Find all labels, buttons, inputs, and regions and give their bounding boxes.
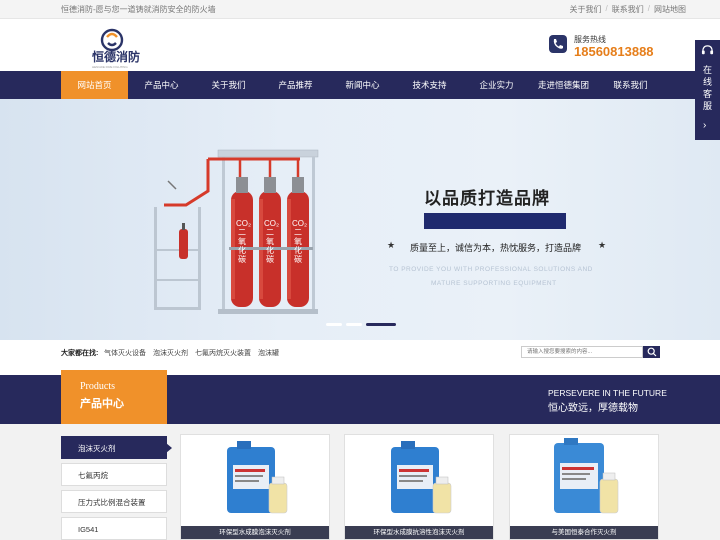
nav-item[interactable]: 网站首页 (61, 71, 128, 99)
top-link-about[interactable]: 关于我们 (570, 4, 602, 15)
site-header: 恒德消防 HENGDE FIRE FIGHTING 服务热线 185608138… (0, 19, 720, 71)
slider-dots (326, 323, 396, 326)
section-title-en: Products (80, 381, 115, 392)
product-caption: 环保型水成膜抗溶性泡沫灭火剂 (345, 526, 493, 539)
category-list: 泡沫灭火剂七氟丙烷压力式比例混合装置 IG541 (61, 436, 172, 540)
nav-item[interactable]: 产品推荐 (262, 71, 329, 99)
hot-search-link[interactable]: 七氟丙烷灭火装置 (195, 348, 251, 358)
product-caption: 环保型水成膜泡沫灭火剂 (181, 526, 329, 539)
search-button[interactable] (643, 346, 660, 358)
phone-icon (549, 35, 567, 53)
nav-item[interactable]: 联系我们 (597, 71, 664, 99)
hot-search-label: 大家都在找: (61, 350, 99, 357)
category-item[interactable]: 七氟丙烷 (61, 463, 167, 486)
banner-en-line-2: MATURE SUPPORTING EQUIPMENT (431, 280, 557, 287)
online-service-char: 服 (702, 101, 712, 111)
hot-search-link[interactable]: 泡沫罐 (258, 348, 279, 358)
slider-dot[interactable] (346, 323, 362, 326)
cylinder-label: CO₂二氧化碳 (236, 219, 252, 264)
slider-dot[interactable] (366, 323, 396, 326)
hot-search-link[interactable]: 气体灭火设备 (104, 348, 146, 358)
top-link-sitemap[interactable]: 网站地图 (654, 4, 686, 15)
slider-dot[interactable] (326, 323, 342, 326)
product-card[interactable]: 环保型水成膜泡沫灭火剂 (180, 434, 330, 540)
category-item[interactable]: 压力式比例混合装置 (61, 490, 167, 513)
logo-text: 恒德消防 (92, 50, 141, 64)
nav-item[interactable]: 企业实力 (463, 71, 530, 99)
top-link-separator: / (605, 4, 608, 13)
search-bar: 大家都在找: 气体灭火设备 泡沫灭火剂 七氟丙烷灭火装置 泡沫罐 (0, 340, 720, 364)
fire-suppression-system-image (154, 149, 319, 314)
product-card[interactable]: 与美国恒泰合作灭火剂 (509, 434, 659, 540)
products-section-tab: Products 产品中心 (61, 370, 167, 424)
chevron-right-icon: › (703, 120, 707, 131)
star-icon: ★ (387, 240, 396, 250)
hotline-number: 18560813888 (574, 44, 654, 59)
product-image (227, 441, 288, 514)
top-links: 关于我们 / 联系我们 / 网站地图 (570, 4, 686, 15)
top-slogan: 恒德消防-愿与您一道铸就消防安全的防火墙 (61, 5, 216, 14)
hot-search-items: 气体灭火设备 泡沫灭火剂 七氟丙烷灭火装置 泡沫罐 (104, 348, 279, 358)
site-logo[interactable]: 恒德消防 HENGDE FIRE FIGHTING (92, 26, 162, 69)
main-nav-items: 网站首页 产品中心 关于我们 产品推荐 新闻中心 技术支持 企业实力 走进恒德集团 联系我们 (61, 71, 664, 99)
headset-icon (701, 45, 714, 55)
online-service-char: 线 (702, 77, 712, 87)
product-caption: 与美国恒泰合作灭火剂 (510, 526, 658, 539)
nav-item[interactable]: 技术支持 (396, 71, 463, 99)
nav-item[interactable]: 关于我们 (195, 71, 262, 99)
banner-bar (424, 213, 566, 229)
motto-en: PERSEVERE IN THE FUTURE (548, 388, 667, 398)
nav-item[interactable]: 新闻中心 (329, 71, 396, 99)
online-service-label: 在线客服 (701, 64, 714, 112)
category-item[interactable]: 泡沫灭火剂 (61, 436, 172, 459)
category-item[interactable]: IG541 (61, 517, 167, 540)
online-service-float[interactable]: 在线客服 › (695, 40, 720, 140)
banner-en-line-1: TO PROVIDE YOU WITH PROFESSIONAL SOLUTIO… (389, 266, 593, 273)
product-image (554, 438, 619, 514)
cylinder-label: CO₂二氧化碳 (264, 219, 280, 264)
logo-subtext: HENGDE FIRE FIGHTING (92, 65, 128, 69)
hot-search-link[interactable]: 泡沫灭火剂 (153, 348, 188, 358)
motto-cn: 恒心致远，厚德载物 (548, 403, 638, 414)
top-bar: 恒德消防-愿与您一道铸就消防安全的防火墙 关于我们 / 联系我们 / 网站地图 (0, 0, 720, 19)
top-link-contact[interactable]: 联系我们 (612, 4, 644, 15)
banner-subtitle: 质量至上，诚信为本，热忱服务，打造品牌 (410, 243, 582, 253)
nav-item[interactable]: 产品中心 (128, 71, 195, 99)
page: 恒德消防-愿与您一道铸就消防安全的防火墙 关于我们 / 联系我们 / 网站地图 … (0, 0, 720, 540)
section-title-cn: 产品中心 (80, 398, 124, 410)
search-input[interactable] (521, 346, 643, 358)
nav-item[interactable]: 走进恒德集团 (530, 71, 597, 99)
online-service-char: 客 (702, 89, 712, 99)
banner-title: 以品质打造品牌 (424, 189, 550, 208)
product-image (391, 441, 452, 514)
top-link-separator: / (647, 4, 650, 13)
star-icon: ★ (598, 240, 607, 250)
hero-banner: CO₂二氧化碳 CO₂二氧化碳 CO₂二氧化碳 以品质打造品牌 ★ 质量至上，诚… (0, 99, 720, 340)
product-card[interactable]: 环保型水成膜抗溶性泡沫灭火剂 (344, 434, 494, 540)
online-service-char: 在 (702, 65, 712, 75)
main-nav: 网站首页 产品中心 关于我们 产品推荐 新闻中心 技术支持 企业实力 走进恒德集团 联系我们 (0, 71, 720, 99)
search-icon (647, 347, 656, 357)
cylinder-label: CO₂二氧化碳 (292, 219, 308, 264)
